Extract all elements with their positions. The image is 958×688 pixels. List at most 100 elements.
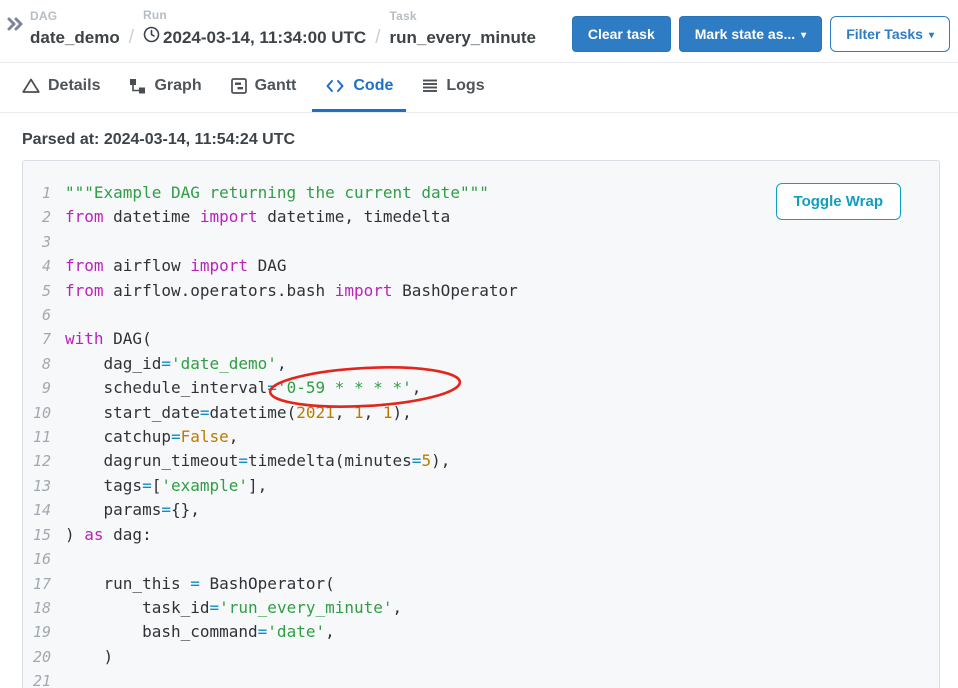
- code-line-text: catchup=False,: [65, 425, 238, 449]
- code-line: 18 task_id='run_every_minute',: [23, 596, 939, 620]
- code-line: 20 ): [23, 645, 939, 669]
- mark-state-label: Mark state as...: [695, 26, 795, 42]
- double-chevron-icon[interactable]: [5, 13, 27, 40]
- code-line-text: run_this = BashOperator(: [65, 572, 335, 596]
- line-number: 18: [23, 596, 65, 620]
- tab-code[interactable]: Code: [312, 63, 406, 112]
- tab-label: Logs: [446, 77, 484, 95]
- clear-task-button[interactable]: Clear task: [572, 16, 671, 52]
- line-number: 1: [23, 181, 65, 205]
- code-line-text: start_date=datetime(2021, 1, 1),: [65, 401, 412, 425]
- code-line: 21: [23, 669, 939, 688]
- line-number: 4: [23, 254, 65, 278]
- code-line: 5from airflow.operators.bash import Bash…: [23, 279, 939, 303]
- graph-nodes-icon: [129, 78, 146, 94]
- parsed-at-text: Parsed at: 2024-03-14, 11:54:24 UTC: [22, 131, 295, 149]
- line-number: 9: [23, 376, 65, 400]
- code-line: 16: [23, 547, 939, 571]
- line-number: 10: [23, 401, 65, 425]
- clock-icon: [143, 24, 160, 51]
- code-line-text: task_id='run_every_minute',: [65, 596, 402, 620]
- caret-down-icon: ▾: [801, 30, 806, 41]
- tab-label: Graph: [154, 77, 201, 95]
- code-line: 8 dag_id='date_demo',: [23, 352, 939, 376]
- gantt-chart-icon: [231, 78, 247, 94]
- tab-label: Gantt: [255, 77, 297, 95]
- code-line: 15) as dag:: [23, 523, 939, 547]
- code-line-text: dag_id='date_demo',: [65, 352, 287, 376]
- breadcrumb: DAG date_demo / Run 2024-03-14, 11:34:00…: [30, 8, 536, 51]
- code-line: 19 bash_command='date',: [23, 620, 939, 644]
- line-number: 13: [23, 474, 65, 498]
- dag-name-link[interactable]: date_demo: [30, 24, 120, 51]
- line-number: 7: [23, 327, 65, 351]
- run-label: Run: [143, 8, 366, 23]
- code-line: 17 run_this = BashOperator(: [23, 572, 939, 596]
- code-line-text: tags=['example'],: [65, 474, 267, 498]
- code-line-text: dagrun_timeout=timedelta(minutes=5),: [65, 449, 450, 473]
- line-number: 14: [23, 498, 65, 522]
- code-line-text: params={},: [65, 498, 200, 522]
- task-actions: Clear task Mark state as... ▾ Filter Task…: [572, 16, 950, 52]
- task-name-link[interactable]: run_every_minute: [390, 24, 536, 51]
- line-number: 21: [23, 669, 65, 688]
- breadcrumb-task: Task run_every_minute: [390, 9, 536, 51]
- line-number: 8: [23, 352, 65, 376]
- code-line-text: with DAG(: [65, 327, 152, 351]
- breadcrumb-separator: /: [129, 24, 134, 51]
- line-number: 16: [23, 547, 65, 571]
- line-number: 20: [23, 645, 65, 669]
- code-line: 11 catchup=False,: [23, 425, 939, 449]
- code-lines: 1"""Example DAG returning the current da…: [23, 161, 939, 688]
- breadcrumb-dag: DAG date_demo: [30, 9, 120, 51]
- tab-graph[interactable]: Graph: [116, 63, 214, 112]
- caret-down-icon: ▾: [929, 30, 934, 41]
- line-number: 3: [23, 230, 65, 254]
- breadcrumb-separator: /: [375, 24, 380, 51]
- code-brackets-icon: [325, 79, 345, 93]
- line-number: 19: [23, 620, 65, 644]
- run-date-text: 2024-03-14, 11:34:00 UTC: [163, 24, 366, 51]
- code-line: 13 tags=['example'],: [23, 474, 939, 498]
- line-number: 6: [23, 303, 65, 327]
- code-line-text: """Example DAG returning the current dat…: [65, 181, 489, 205]
- line-number: 2: [23, 205, 65, 229]
- task-label: Task: [390, 9, 536, 24]
- code-line-text: from datetime import datetime, timedelta: [65, 205, 450, 229]
- code-line-text: schedule_interval='0-59 * * * *',: [65, 376, 421, 400]
- code-line: 9 schedule_interval='0-59 * * * *',: [23, 376, 939, 400]
- code-line-text: ): [65, 645, 113, 669]
- tab-gantt[interactable]: Gantt: [218, 63, 310, 112]
- header: DAG date_demo / Run 2024-03-14, 11:34:00…: [0, 0, 958, 63]
- filter-tasks-dropdown[interactable]: Filter Tasks ▾: [830, 16, 950, 52]
- log-lines-icon: [422, 79, 438, 93]
- dag-label: DAG: [30, 9, 120, 24]
- line-number: 12: [23, 449, 65, 473]
- run-date-link[interactable]: 2024-03-14, 11:34:00 UTC: [143, 23, 366, 51]
- tab-logs[interactable]: Logs: [409, 63, 497, 112]
- tab-label: Details: [48, 77, 100, 95]
- filter-tasks-label: Filter Tasks: [846, 26, 923, 42]
- code-line-text: from airflow import DAG: [65, 254, 287, 278]
- line-number: 11: [23, 425, 65, 449]
- code-line: 7with DAG(: [23, 327, 939, 351]
- code-line: 4from airflow import DAG: [23, 254, 939, 278]
- breadcrumb-run: Run 2024-03-14, 11:34:00 UTC: [143, 8, 366, 51]
- warning-triangle-icon: [22, 78, 40, 94]
- line-number: 5: [23, 279, 65, 303]
- code-line: 10 start_date=datetime(2021, 1, 1),: [23, 401, 939, 425]
- code-line-text: ) as dag:: [65, 523, 152, 547]
- mark-state-dropdown[interactable]: Mark state as... ▾: [679, 16, 822, 52]
- code-line-text: bash_command='date',: [65, 620, 335, 644]
- line-number: 17: [23, 572, 65, 596]
- code-panel: Toggle Wrap 1"""Example DAG returning th…: [22, 160, 940, 688]
- code-line-text: from airflow.operators.bash import BashO…: [65, 279, 518, 303]
- tab-details[interactable]: Details: [22, 63, 113, 112]
- toggle-wrap-button[interactable]: Toggle Wrap: [776, 183, 901, 220]
- line-number: 15: [23, 523, 65, 547]
- tab-label: Code: [353, 77, 393, 95]
- code-line: 12 dagrun_timeout=timedelta(minutes=5),: [23, 449, 939, 473]
- tab-bar: Details Graph Gantt: [0, 63, 958, 113]
- code-line: 3: [23, 230, 939, 254]
- code-line: 14 params={},: [23, 498, 939, 522]
